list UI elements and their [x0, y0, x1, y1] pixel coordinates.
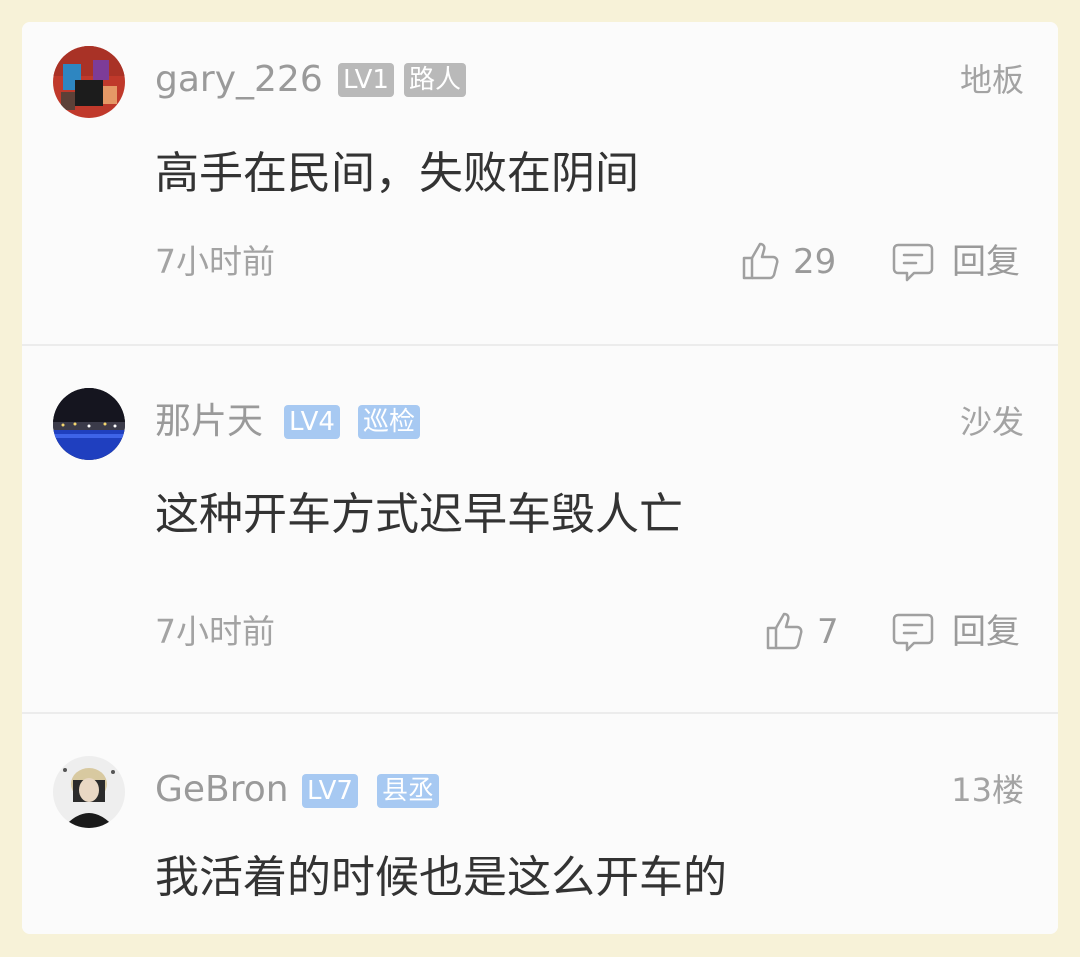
comment-item: GeBron LV7 县丞 13楼 我活着的时候也是这么开车的 [22, 714, 1058, 934]
comment-text: 高手在民间，失败在阴间 [155, 148, 639, 199]
username[interactable]: GeBron [155, 770, 289, 810]
reply-button[interactable]: 回复 [952, 242, 1020, 282]
thumbs-up-icon[interactable] [740, 240, 782, 282]
timestamp: 7小时前 [155, 242, 275, 281]
comment-text: 我活着的时候也是这么开车的 [155, 852, 727, 903]
avatar-image [53, 756, 125, 828]
comment-item: gary_226 LV1 路人 地板 高手在民间，失败在阴间 7小时前 29 回… [22, 22, 1058, 344]
username[interactable]: 那片天 [155, 402, 263, 442]
title-badge: 路人 [404, 63, 467, 97]
reply-button[interactable]: 回复 [952, 612, 1020, 652]
thumbs-up-icon[interactable] [764, 610, 806, 652]
level-badge: LV4 [284, 405, 340, 439]
username[interactable]: gary_226 [155, 60, 323, 100]
title-badge: 巡检 [358, 405, 421, 439]
avatar[interactable] [53, 756, 125, 828]
level-badge: LV7 [302, 774, 358, 808]
comment-list: gary_226 LV1 路人 地板 高手在民间，失败在阴间 7小时前 29 回… [22, 22, 1058, 934]
comment-bubble-icon[interactable] [892, 241, 934, 283]
avatar[interactable] [53, 388, 125, 460]
floor-label: 沙发 [959, 403, 1024, 441]
like-count: 29 [793, 242, 837, 282]
title-badge: 县丞 [377, 774, 440, 808]
avatar[interactable] [53, 46, 125, 118]
floor-label: 地板 [959, 61, 1024, 99]
avatar-image [53, 388, 125, 460]
comment-text: 这种开车方式迟早车毁人亡 [155, 489, 683, 540]
comment-item: 那片天 LV4 巡检 沙发 这种开车方式迟早车毁人亡 7小时前 7 回复 [22, 346, 1058, 712]
like-count: 7 [817, 612, 839, 652]
level-badge: LV1 [338, 63, 394, 97]
floor-label: 13楼 [951, 771, 1024, 809]
avatar-image [53, 46, 125, 118]
comment-bubble-icon[interactable] [892, 611, 934, 653]
timestamp: 7小时前 [155, 612, 275, 651]
